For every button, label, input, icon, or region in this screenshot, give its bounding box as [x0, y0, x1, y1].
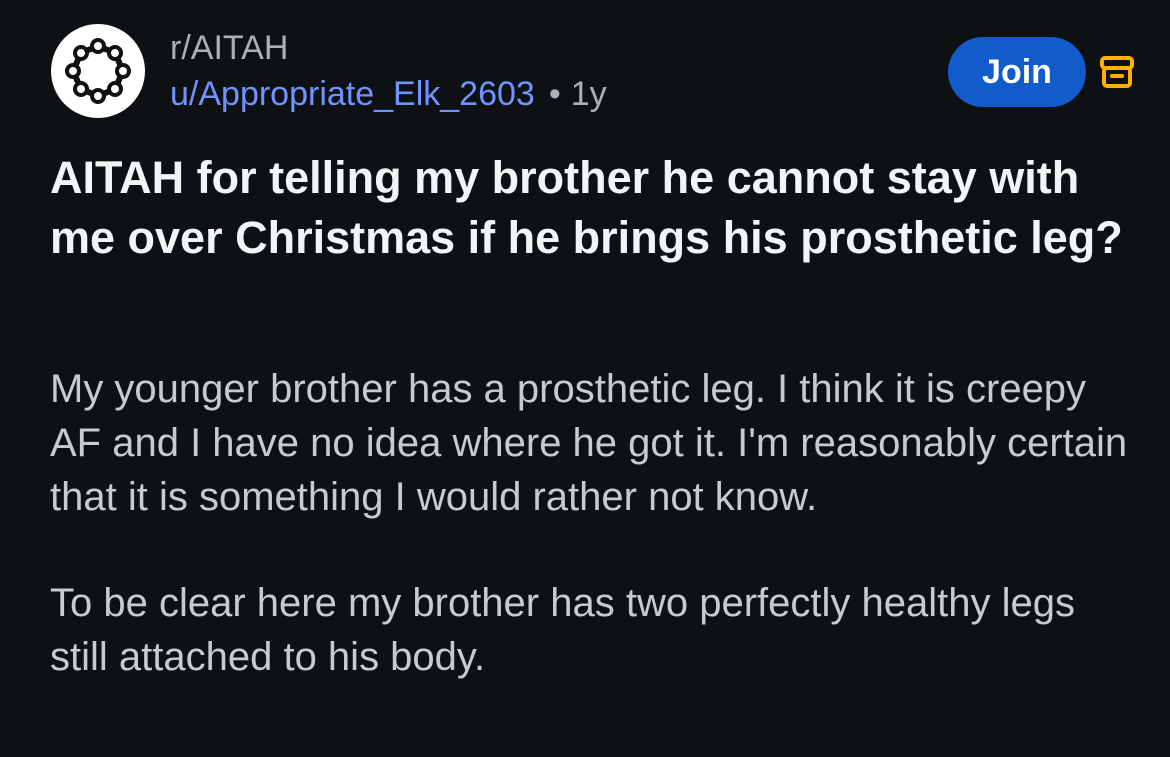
post-meta: r/AITAH u/Appropriate_Elk_2603 • 1y: [170, 28, 607, 114]
post-age: 1y: [570, 75, 607, 113]
post-body: My younger brother has a prosthetic leg.…: [50, 362, 1140, 736]
post-title[interactable]: AITAH for telling my brother he cannot s…: [50, 148, 1130, 268]
archive-box-icon[interactable]: [1100, 56, 1134, 88]
author-username[interactable]: u/Appropriate_Elk_2603: [170, 75, 535, 113]
separator-dot: •: [548, 75, 561, 113]
subreddit-network-logo-icon: [65, 38, 131, 104]
byline: u/Appropriate_Elk_2603 • 1y: [170, 74, 607, 114]
subreddit-avatar[interactable]: [51, 24, 145, 118]
body-paragraph: My younger brother has a prosthetic leg.…: [50, 367, 1128, 519]
body-paragraph: To be clear here my brother has two perf…: [50, 581, 1075, 679]
subreddit-name[interactable]: r/AITAH: [170, 28, 607, 68]
join-button[interactable]: Join: [948, 37, 1086, 107]
post-header: r/AITAH u/Appropriate_Elk_2603 • 1y Join: [0, 0, 1170, 140]
